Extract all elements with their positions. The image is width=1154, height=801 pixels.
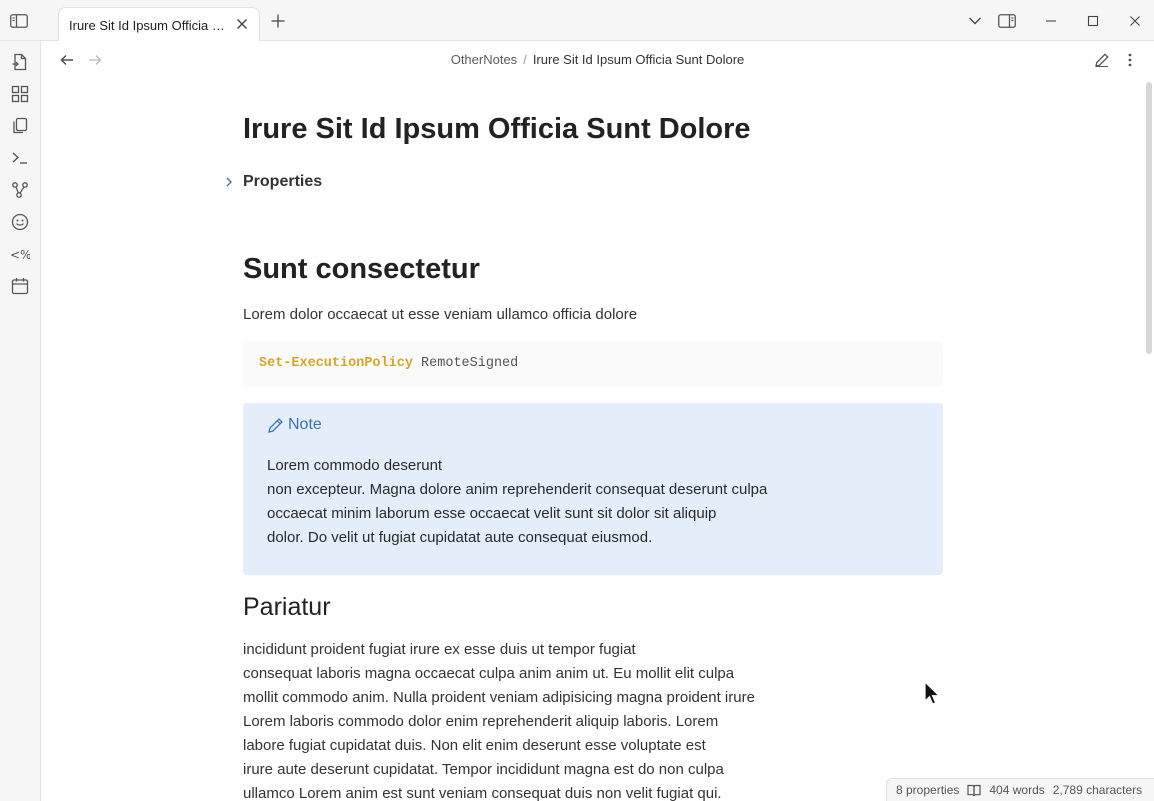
minimize-icon[interactable]: [1042, 13, 1060, 29]
paragraph-line: Lorem laboris commodo dolor enim reprehe…: [243, 713, 719, 730]
new-tab-icon[interactable]: [270, 13, 286, 29]
paragraph-line: labore fugiat cupidatat duis. Non elit e…: [243, 737, 706, 754]
calendar-icon[interactable]: [10, 276, 30, 296]
paragraph-line: irure aute deserunt cupidatat. Tempor in…: [243, 761, 724, 778]
code-keyword: Set-ExecutionPolicy: [259, 356, 413, 371]
window-close-icon[interactable]: [1126, 13, 1144, 29]
heading-1: Sunt consectetur: [243, 253, 480, 285]
chevron-right-icon: [223, 176, 235, 188]
edit-pencil-icon[interactable]: [1093, 52, 1111, 68]
code-argument: RemoteSigned: [421, 356, 519, 371]
paragraph-line: mollit commodo anim. Nulla proident veni…: [243, 689, 755, 706]
close-icon[interactable]: [235, 17, 249, 31]
status-char-count: 2,789 characters: [1052, 783, 1143, 797]
status-word-count: 404 words: [989, 783, 1045, 797]
back-arrow-icon[interactable]: [58, 52, 76, 68]
title-bar: Irure Sit Id Ipsum Officia Sunt Dolore: [0, 0, 1154, 42]
right-sidebar-toggle-icon[interactable]: [998, 13, 1016, 29]
left-ribbon: <%: [0, 41, 41, 801]
properties-label: Properties: [243, 173, 323, 190]
breadcrumb-folder[interactable]: OtherNotes: [451, 52, 517, 67]
sidebar-toggle-icon[interactable]: [9, 12, 29, 30]
paragraph-1: Lorem dolor occaecat ut esse veniam ulla…: [243, 306, 638, 323]
callout-title: Note: [288, 416, 322, 433]
open-file-icon[interactable]: [10, 52, 30, 72]
template-icon[interactable]: <%: [10, 244, 30, 264]
view-header: OtherNotes / Irure Sit Id Ipsum Officia Su…: [41, 41, 1154, 79]
more-options-icon[interactable]: [1121, 52, 1139, 68]
graph-icon[interactable]: [10, 180, 30, 200]
paragraph-2: incididunt proident fugiat irure ex esse…: [243, 638, 893, 801]
terminal-icon[interactable]: [10, 148, 30, 168]
tab-active-note[interactable]: Irure Sit Id Ipsum Officia Sunt Dolore: [58, 7, 260, 42]
tab-title: Irure Sit Id Ipsum Officia Sunt Dolore: [69, 17, 229, 33]
svg-text:<%: <%: [10, 248, 30, 262]
breadcrumb: OtherNotes / Irure Sit Id Ipsum Officia Su…: [41, 52, 1154, 67]
forward-arrow-icon[interactable]: [86, 52, 104, 68]
scrollbar-thumb[interactable]: [1146, 82, 1152, 354]
pencil-icon: [267, 417, 284, 434]
copy-icon[interactable]: [10, 116, 30, 136]
callout-line: Lorem commodo deserunt: [267, 457, 443, 474]
code-block[interactable]: Set-ExecutionPolicy RemoteSigned: [243, 342, 943, 386]
paragraph-line: incididunt proident fugiat irure ex esse…: [243, 641, 636, 658]
callout-header: Note: [267, 416, 322, 434]
properties-toggle[interactable]: Properties: [223, 173, 322, 191]
smiley-icon[interactable]: [10, 212, 30, 232]
status-properties[interactable]: 8 properties: [896, 783, 959, 797]
heading-2: Pariatur: [243, 593, 331, 621]
callout-body: Lorem commodo deserunt non excepteur. Ma…: [267, 454, 917, 550]
book-icon[interactable]: [967, 784, 981, 797]
status-bar: 8 properties 404 words 2,789 characters: [886, 778, 1154, 801]
note-title[interactable]: Irure Sit Id Ipsum Officia Sunt Dolore: [243, 113, 751, 146]
grid-icon[interactable]: [10, 84, 30, 104]
breadcrumb-separator: /: [523, 52, 527, 67]
callout-line: occaecat minim laborum esse occaecat vel…: [267, 505, 717, 522]
maximize-icon[interactable]: [1084, 13, 1102, 29]
mouse-cursor-icon: [924, 681, 940, 707]
breadcrumb-current[interactable]: Irure Sit Id Ipsum Officia Sunt Dolore: [533, 52, 744, 67]
chevron-down-icon[interactable]: [966, 13, 984, 29]
paragraph-line: ullamco Lorem anim est sunt veniam conse…: [243, 785, 722, 801]
callout-line: non excepteur. Magna dolore anim reprehe…: [267, 481, 768, 498]
callout-line: dolor. Do velit ut fugiat cupidatat aute…: [267, 529, 653, 546]
note-callout: Note Lorem commodo deserunt non excepteu…: [243, 403, 943, 575]
paragraph-line: consequat laboris magna occaecat culpa a…: [243, 665, 735, 682]
